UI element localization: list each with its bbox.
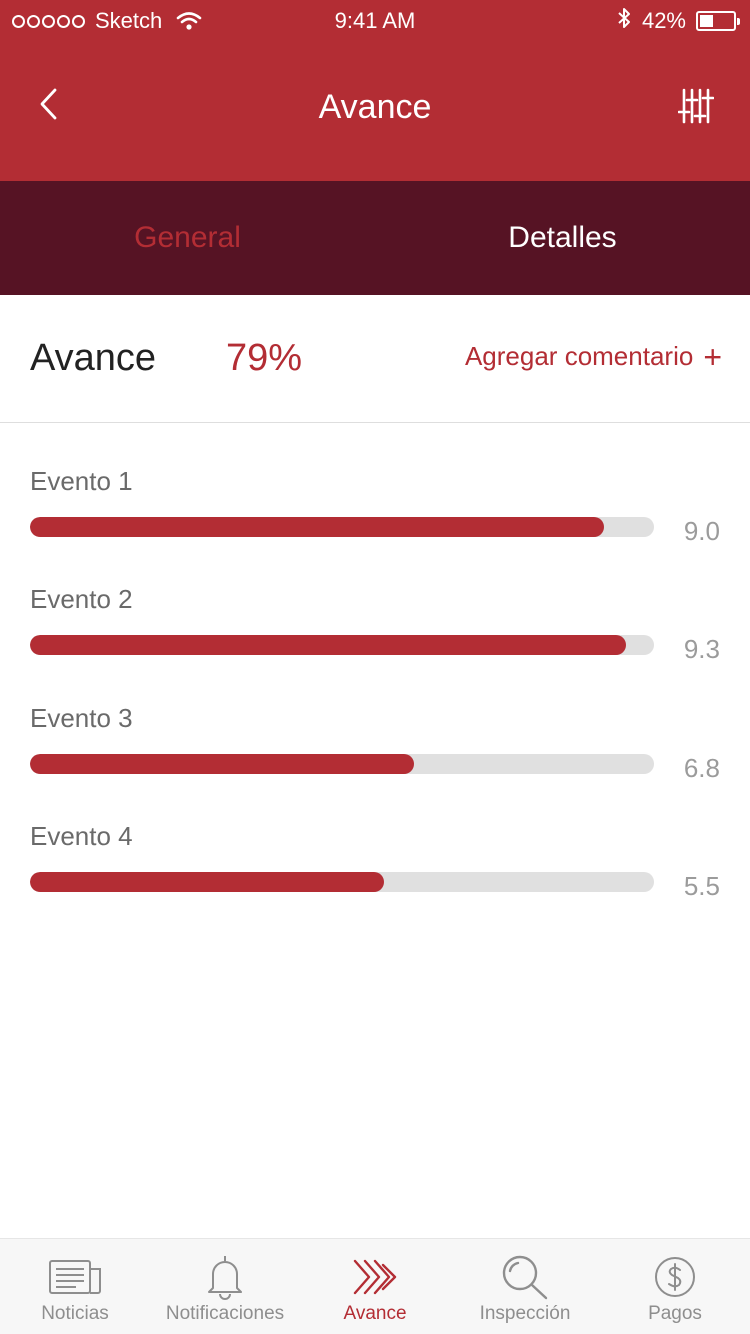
- progress-track: [30, 635, 654, 655]
- event-label: Evento 1: [30, 466, 133, 496]
- double-chevron-right-icon: [352, 1253, 398, 1301]
- summary-label: Avance: [30, 337, 157, 379]
- progress-track: [30, 517, 654, 537]
- tab-bar-item-pagos[interactable]: Pagos: [600, 1239, 750, 1334]
- newspaper-icon: [48, 1253, 102, 1301]
- event-score: 5.5: [683, 871, 720, 901]
- battery-icon: [696, 11, 740, 31]
- battery-fill: [700, 15, 713, 27]
- tab-bar-item-avance[interactable]: Avance: [300, 1239, 450, 1334]
- progress-fill: [30, 635, 626, 655]
- event-label: Evento 2: [30, 584, 133, 614]
- tab-bar-item-notificaciones[interactable]: Notificaciones: [150, 1239, 300, 1334]
- tab-bar: Noticias Notificaciones Avance Inspecció…: [0, 1238, 750, 1334]
- progress-fill: [30, 754, 414, 774]
- tab-bar-label: Inspección: [479, 1303, 571, 1324]
- status-bar: Sketch 9:41 AM 42%: [0, 0, 750, 40]
- carrier-name: Sketch: [95, 8, 163, 33]
- bluetooth-icon: [616, 6, 632, 36]
- plus-icon: +: [703, 338, 722, 375]
- status-time: 9:41 AM: [334, 8, 416, 33]
- summary-percentage: 79%: [226, 337, 303, 379]
- progress-track: [30, 754, 654, 774]
- tab-bar-label: Avance: [343, 1303, 407, 1324]
- dollar-coin-icon: [653, 1253, 697, 1301]
- progress-summary: Avance 79% Agregar comentario +: [0, 295, 750, 423]
- tab-bar-label: Pagos: [648, 1303, 702, 1324]
- progress-fill: [30, 872, 384, 892]
- tab-bar-item-noticias[interactable]: Noticias: [0, 1239, 150, 1334]
- add-comment-button[interactable]: Agregar comentario +: [464, 338, 722, 375]
- tab-bar-label: Noticias: [41, 1303, 109, 1324]
- nav-bar: Avance: [0, 40, 750, 181]
- event-row: Evento 3 6.8: [0, 703, 750, 813]
- progress-fill: [30, 517, 605, 537]
- bell-icon: [203, 1253, 247, 1301]
- progress-track: [30, 872, 654, 892]
- status-left: Sketch: [12, 8, 202, 34]
- event-row: Evento 4 5.5: [0, 821, 750, 931]
- event-score: 9.0: [683, 516, 720, 546]
- signal-strength-icon: [12, 14, 85, 28]
- event-row: Evento 1 9.0: [0, 466, 750, 576]
- battery-percent: 42%: [641, 8, 686, 33]
- event-score: 9.3: [683, 634, 720, 664]
- event-score: 6.8: [683, 753, 720, 783]
- tab-bar-item-inspeccion[interactable]: Inspección: [450, 1239, 600, 1334]
- status-right: 42%: [616, 6, 740, 36]
- event-label: Evento 3: [30, 703, 133, 733]
- nav-title-wrap: Avance: [0, 88, 750, 127]
- event-label: Evento 4: [30, 821, 133, 851]
- back-button[interactable]: [28, 82, 68, 126]
- segment-tabs: General Detalles: [0, 181, 750, 295]
- add-comment-label: Agregar comentario: [464, 341, 694, 371]
- filter-button[interactable]: [674, 84, 718, 128]
- header: Sketch 9:41 AM 42% Avance: [0, 0, 750, 181]
- wifi-icon: [176, 11, 202, 31]
- tab-detalles[interactable]: Detalles: [375, 181, 750, 295]
- chevron-left-icon: [40, 88, 57, 120]
- tab-bar-label: Notificaciones: [165, 1303, 285, 1324]
- sliders-icon: [678, 88, 714, 124]
- event-row: Evento 2 9.3: [0, 584, 750, 694]
- search-icon: [501, 1253, 549, 1301]
- tab-general[interactable]: General: [0, 181, 375, 295]
- page-title: Avance: [318, 88, 432, 126]
